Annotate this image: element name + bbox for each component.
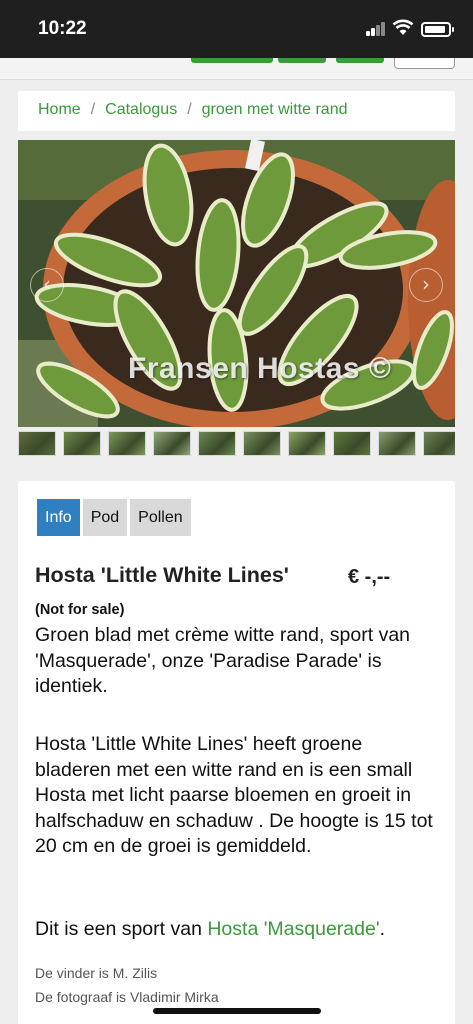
breadcrumb-category-link[interactable]: groen met witte rand [202, 101, 348, 118]
breadcrumb: Home / Catalogus / groen met witte rand [18, 91, 455, 131]
top-navigation [0, 58, 473, 80]
gallery-thumbnail[interactable] [198, 431, 236, 456]
product-tabs: Info Pod Pollen [37, 499, 191, 536]
wifi-icon [392, 19, 414, 35]
gallery-thumbnail[interactable] [153, 431, 191, 456]
gallery-thumbnail[interactable] [423, 431, 455, 456]
thumbnail-strip [18, 431, 455, 456]
menu-toggle-button[interactable] [394, 58, 455, 69]
cellular-signal-icon [366, 22, 386, 36]
sport-info: Dit is een sport van Hosta 'Masquerade'. [35, 917, 440, 943]
breadcrumb-separator: / [90, 101, 96, 118]
breadcrumb-separator: / [187, 101, 192, 118]
finder-info: De vinder is M. Zilis [35, 965, 158, 981]
gallery-thumbnail[interactable] [333, 431, 371, 456]
gallery-thumbnail[interactable] [243, 431, 281, 456]
product-price: € -,-- [348, 566, 391, 588]
availability-status: (Not for sale) [35, 602, 125, 618]
sport-suffix: . [379, 918, 385, 940]
gallery-thumbnail[interactable] [288, 431, 326, 456]
photographer-info: De fotograaf is Vladimir Mirka [35, 989, 219, 1005]
previous-image-arrow[interactable]: ‹ [30, 268, 64, 302]
next-image-arrow[interactable]: › [409, 268, 443, 302]
sport-parent-link[interactable]: Hosta 'Masquerade' [207, 918, 379, 940]
product-info-card: Info Pod Pollen Hosta 'Little White Line… [18, 481, 455, 1024]
status-bar: 10:22 [0, 0, 473, 58]
product-description-short: Groen blad met crème witte rand, sport v… [35, 624, 411, 697]
product-description-long: Hosta 'Little White Lines' heeft groene … [35, 733, 433, 857]
status-time: 10:22 [38, 18, 87, 39]
nav-button[interactable] [191, 58, 273, 63]
home-indicator [153, 1008, 321, 1014]
breadcrumb-home-link[interactable]: Home [38, 101, 81, 118]
nav-button[interactable] [336, 58, 384, 63]
gallery-thumbnail[interactable] [108, 431, 146, 456]
gallery-thumbnail[interactable] [63, 431, 101, 456]
battery-icon [421, 22, 454, 37]
nav-button[interactable] [278, 58, 326, 63]
tab-pollen[interactable]: Pollen [130, 499, 191, 536]
sport-prefix: Dit is een sport van [35, 918, 208, 940]
gallery-thumbnail[interactable] [18, 431, 56, 456]
gallery-thumbnail[interactable] [378, 431, 416, 456]
product-main-image[interactable]: ‹ › Fransen Hostas © [18, 140, 455, 427]
tab-info[interactable]: Info [37, 499, 80, 536]
breadcrumb-catalogus-link[interactable]: Catalogus [105, 101, 177, 118]
tab-pod[interactable]: Pod [82, 499, 128, 536]
product-title: Hosta 'Little White Lines' [35, 563, 289, 587]
image-watermark: Fransen Hostas © [128, 352, 392, 385]
